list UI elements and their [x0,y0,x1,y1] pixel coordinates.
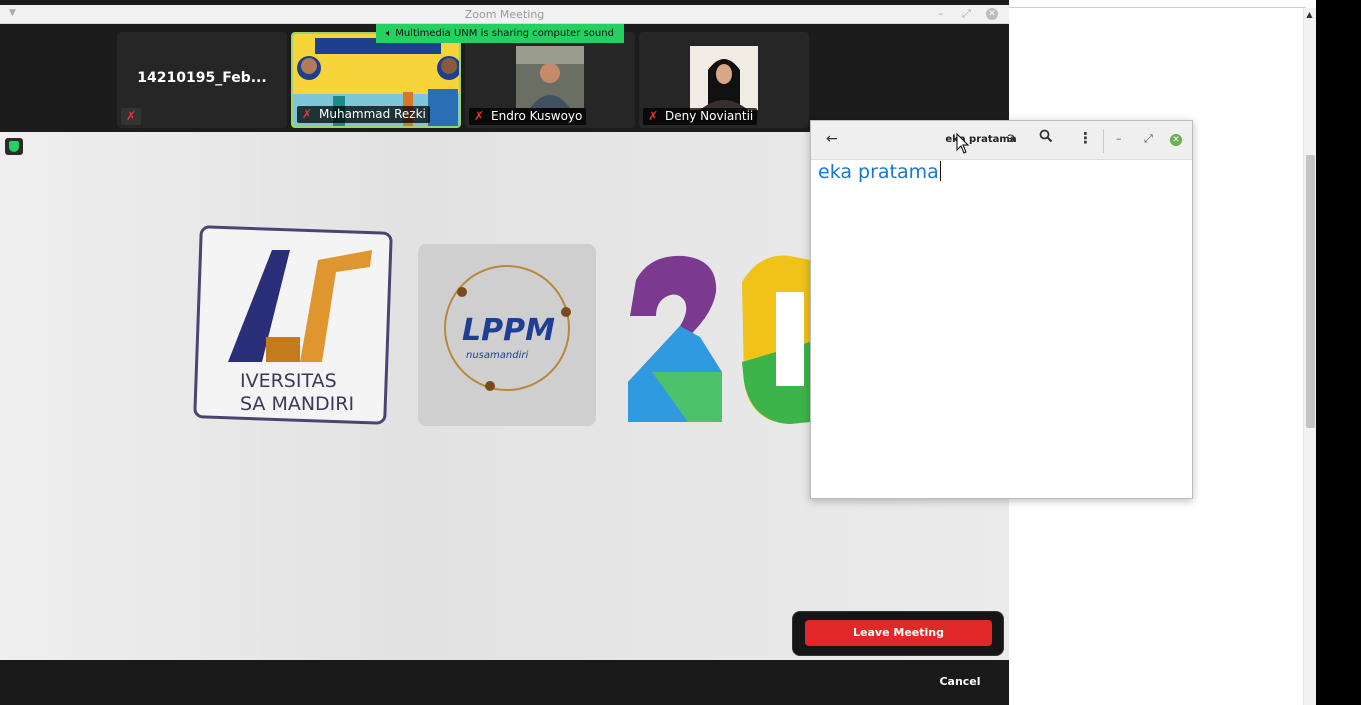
participant-name: Endro Kuswoyo [491,109,583,123]
close-icon[interactable]: ✕ [1170,134,1182,146]
editor-text-area[interactable]: eka pratama [818,161,941,183]
mic-muted-icon: ✗ [474,109,485,123]
editor-text[interactable]: eka pratama [818,161,939,183]
svg-text:nusamandiri: nusamandiri [466,350,528,361]
participant-name: Deny Noviantii [665,109,754,123]
back-arrow-icon[interactable]: ← [826,131,838,147]
speaker-icon: 🔈︎ [386,28,396,39]
scrollbar-thumb[interactable] [1306,155,1315,428]
participant-name: Muhammad Rezki [319,107,426,121]
cancel-button[interactable]: Cancel [920,671,1000,693]
zoom-titlebar: ▼ Zoom Meeting – ⤢ ✕ [0,5,1009,24]
participant-name: 14210195_Feb... [137,70,267,86]
scroll-up-arrow-icon[interactable]: ▲ [1303,8,1316,22]
security-shield-icon[interactable] [5,138,23,155]
header-separator [1103,129,1104,153]
lppm-logo: LPPM nusamandiri [418,244,596,426]
svg-text:SA MANDIRI: SA MANDIRI [240,393,354,415]
close-icon[interactable]: ✕ [986,8,998,20]
leave-meeting-button[interactable]: Leave Meeting [805,620,992,646]
participant-video [516,46,584,108]
maximize-icon[interactable]: ⤢ [962,7,971,21]
mouse-pointer-icon [956,133,970,154]
maximize-icon[interactable]: ⤢ [1144,132,1153,146]
participant-tile[interactable]: 14210195_Feb... ✗ [117,32,287,128]
kebab-menu-icon[interactable]: ⋮ [1078,129,1093,147]
participant-tile[interactable]: ✗ Deny Noviantii [639,32,809,128]
meeting-bottom-bar [0,660,1009,705]
screen-edge [1316,0,1361,705]
participant-video [690,46,758,110]
editor-headerbar: ← eka pratama ə ⋮ – ⤢ ✕ [811,121,1192,160]
mic-muted-icon: ✗ [648,109,659,123]
year-2020-logo [628,255,810,424]
participant-tile-active[interactable]: ✗ Muhammad Rezki [291,32,461,128]
search-icon[interactable] [1039,129,1053,143]
minimize-icon[interactable]: – [938,7,944,20]
participant-name-label: ✗ Deny Noviantii [643,108,758,125]
text-caret [939,161,941,181]
university-logo: IVERSITAS SA MANDIRI [193,225,393,425]
participant-name-label: ✗ Muhammad Rezki [297,106,430,123]
text-editor-window: ← eka pratama ə ⋮ – ⤢ ✕ eka pratama [810,120,1193,499]
desktop: ▲ ▼ Zoom Meeting – ⤢ ✕ 14210195_Feb... ✗ [0,0,1361,705]
participant-name-label: ✗ Endro Kuswoyo [469,108,587,125]
mic-muted-icon: ✗ [121,108,141,125]
sharing-sound-text: Multimedia UNM is sharing computer sound [395,28,614,39]
sharing-sound-banner: 🔈︎ Multimedia UNM is sharing computer so… [376,24,624,43]
participant-tile[interactable]: ✗ Endro Kuswoyo [465,32,635,128]
svg-text:LPPM: LPPM [462,313,555,348]
minimize-icon[interactable]: – [1116,132,1122,145]
svg-text:IVERSITAS: IVERSITAS [240,370,337,392]
font-icon[interactable]: ə [1007,131,1015,146]
mic-muted-icon: ✗ [302,107,313,121]
window-title: Zoom Meeting [464,8,545,21]
